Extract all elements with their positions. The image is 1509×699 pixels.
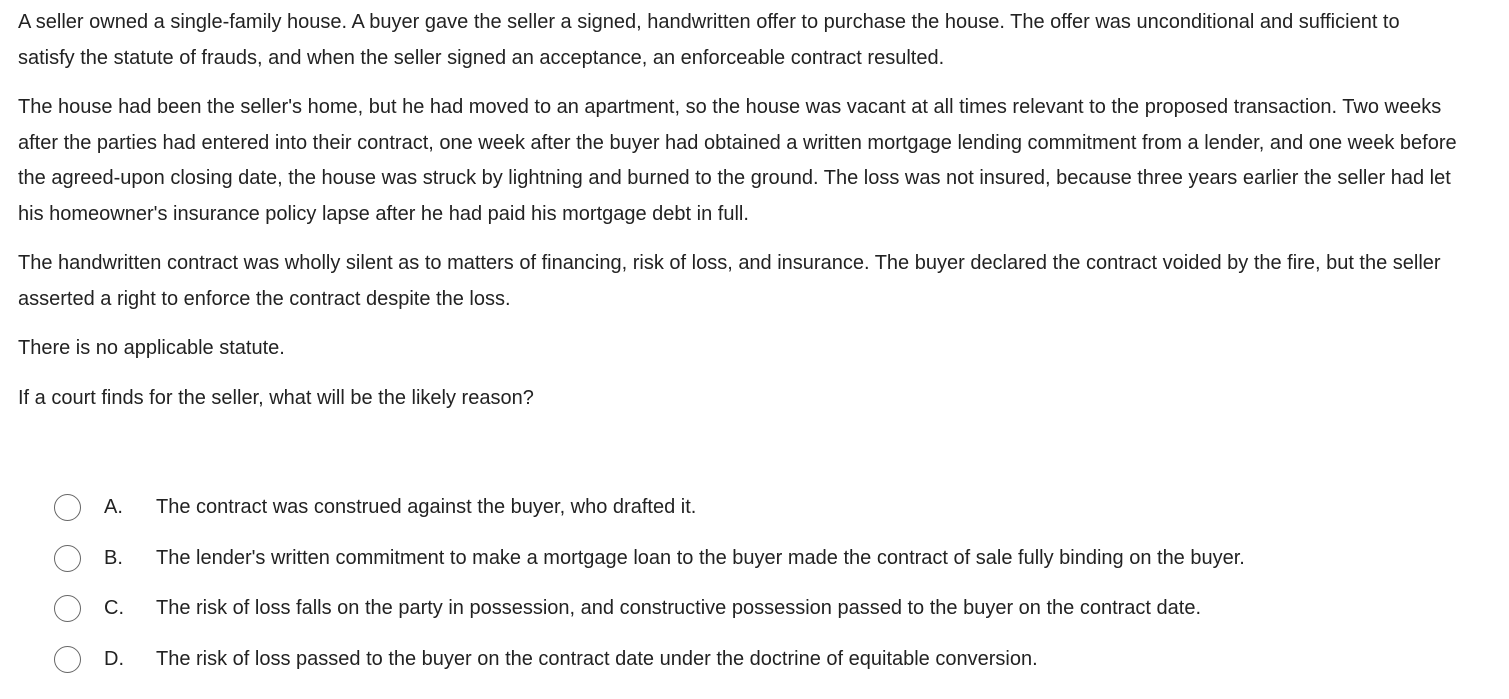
choice-b-letter: B.: [104, 546, 123, 569]
choice-c-letter: C.: [104, 597, 124, 620]
question-paragraph-1: A seller owned a single-family house. A …: [18, 11, 1400, 69]
choice-c[interactable]: C. The risk of loss falls on the party i…: [54, 584, 1474, 635]
question-stem: A seller owned a single-family house. A …: [18, 5, 1458, 430]
choice-d-text: The risk of loss passed to the buyer on …: [156, 648, 1038, 671]
answer-choices: A. The contract was construed against th…: [54, 482, 1474, 685]
radio-b[interactable]: [54, 544, 81, 572]
question-paragraph-2: The house had been the seller's home, bu…: [18, 96, 1457, 225]
question-paragraph-3: The handwritten contract was wholly sile…: [18, 252, 1441, 310]
choice-a[interactable]: A. The contract was construed against th…: [54, 482, 1474, 533]
choice-d-letter: D.: [104, 648, 124, 671]
radio-c[interactable]: [54, 595, 81, 623]
choice-b-text: The lender's written commitment to make …: [156, 546, 1245, 569]
choice-a-letter: A.: [104, 495, 123, 518]
question-prompt: If a court finds for the seller, what wi…: [18, 386, 534, 409]
choice-d[interactable]: D. The risk of loss passed to the buyer …: [54, 634, 1474, 685]
choice-c-text: The risk of loss falls on the party in p…: [156, 597, 1202, 620]
radio-d[interactable]: [54, 646, 81, 674]
radio-a[interactable]: [54, 493, 81, 521]
choice-b[interactable]: B. The lender's written commitment to ma…: [54, 533, 1474, 584]
choice-a-text: The contract was construed against the b…: [156, 495, 697, 518]
question-paragraph-4: There is no applicable statute.: [18, 337, 285, 359]
